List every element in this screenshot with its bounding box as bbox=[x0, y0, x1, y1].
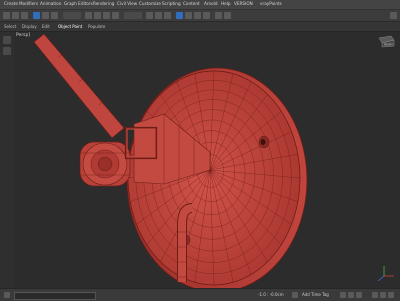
menu-civil-view[interactable]: Civil View bbox=[117, 1, 137, 7]
status-bar: -1.0 : -0.0cm Add Time Tag bbox=[0, 288, 400, 301]
pivot-icon[interactable] bbox=[85, 12, 92, 19]
select-rotate-icon[interactable] bbox=[42, 12, 49, 19]
go-to-start-icon[interactable] bbox=[340, 292, 346, 298]
coordinate-readout: -1.0 : -0.0cm bbox=[258, 292, 284, 297]
go-to-end-icon[interactable] bbox=[356, 292, 362, 298]
schematic-view-icon[interactable] bbox=[224, 12, 231, 19]
percent-snap-icon[interactable] bbox=[112, 12, 119, 19]
menu-help[interactable]: Help bbox=[221, 1, 231, 7]
time-tag-label[interactable]: Add Time Tag bbox=[302, 292, 329, 298]
axis-gizmo bbox=[377, 266, 394, 282]
menu-scripting[interactable]: Scripting bbox=[162, 1, 181, 7]
reference-coordinate-dropdown[interactable] bbox=[63, 12, 81, 19]
play-icon[interactable] bbox=[348, 292, 354, 298]
redo-icon[interactable] bbox=[12, 12, 19, 19]
select-scale-icon[interactable] bbox=[51, 12, 58, 19]
menu-graph-editors[interactable]: Graph Editors bbox=[64, 1, 93, 7]
render-frame-icon[interactable] bbox=[194, 12, 201, 19]
perspective-viewport[interactable]: Persp] FRONT bbox=[14, 32, 400, 288]
menu-customize[interactable]: Customize bbox=[139, 1, 161, 7]
mirror-icon[interactable] bbox=[146, 12, 153, 19]
tab-select[interactable]: Select bbox=[4, 23, 16, 30]
tab-edit[interactable]: Edit bbox=[42, 23, 50, 30]
undo-icon[interactable] bbox=[3, 12, 10, 19]
menu-content[interactable]: Content bbox=[183, 1, 200, 7]
lamp-arm bbox=[33, 33, 125, 139]
menu-modifiers[interactable]: Modifiers bbox=[19, 1, 38, 7]
tab-display[interactable]: Display bbox=[22, 23, 37, 30]
workspace-icon[interactable] bbox=[390, 12, 397, 19]
maxscript-icon[interactable] bbox=[4, 292, 10, 298]
menu-rendering[interactable]: Rendering bbox=[93, 1, 114, 7]
menu-bar: Create Modifiers Animation Graph Editors… bbox=[0, 0, 400, 10]
pan-icon[interactable] bbox=[380, 292, 386, 298]
menu-vraypoints[interactable]: vrayPoints bbox=[260, 1, 282, 7]
zoom-icon[interactable] bbox=[372, 292, 378, 298]
align-icon[interactable] bbox=[155, 12, 162, 19]
auto-key-icon[interactable] bbox=[292, 292, 298, 298]
create-panel-icon[interactable] bbox=[3, 36, 11, 44]
menu-arnold[interactable]: Arnold bbox=[204, 1, 218, 7]
menu-version[interactable]: VERSION bbox=[234, 1, 253, 7]
render-icon[interactable] bbox=[203, 12, 210, 19]
snap-icon[interactable] bbox=[94, 12, 101, 19]
main-toolbar bbox=[0, 10, 400, 22]
material-editor-icon[interactable] bbox=[176, 12, 183, 19]
scene-render bbox=[33, 33, 394, 288]
menu-create[interactable]: Create bbox=[4, 1, 18, 7]
tab-populate[interactable]: Populate bbox=[88, 23, 105, 30]
named-selection-dropdown[interactable] bbox=[124, 12, 142, 19]
render-setup-icon[interactable] bbox=[185, 12, 192, 19]
ribbon-tabs: Select Display Edit Object Paint Populat… bbox=[0, 22, 400, 32]
curve-editor-icon[interactable] bbox=[215, 12, 222, 19]
select-move-icon[interactable] bbox=[33, 12, 40, 19]
orbit-icon[interactable] bbox=[388, 292, 394, 298]
layer-icon[interactable] bbox=[164, 12, 171, 19]
modify-panel-icon[interactable] bbox=[3, 47, 11, 55]
menu-animation[interactable]: Animation bbox=[40, 1, 61, 7]
left-tool-strip bbox=[0, 32, 14, 288]
maxscript-listener-field[interactable] bbox=[14, 292, 96, 300]
angle-snap-icon[interactable] bbox=[103, 12, 110, 19]
link-icon[interactable] bbox=[21, 12, 28, 19]
tab-object-paint[interactable]: Object Paint bbox=[58, 23, 82, 30]
